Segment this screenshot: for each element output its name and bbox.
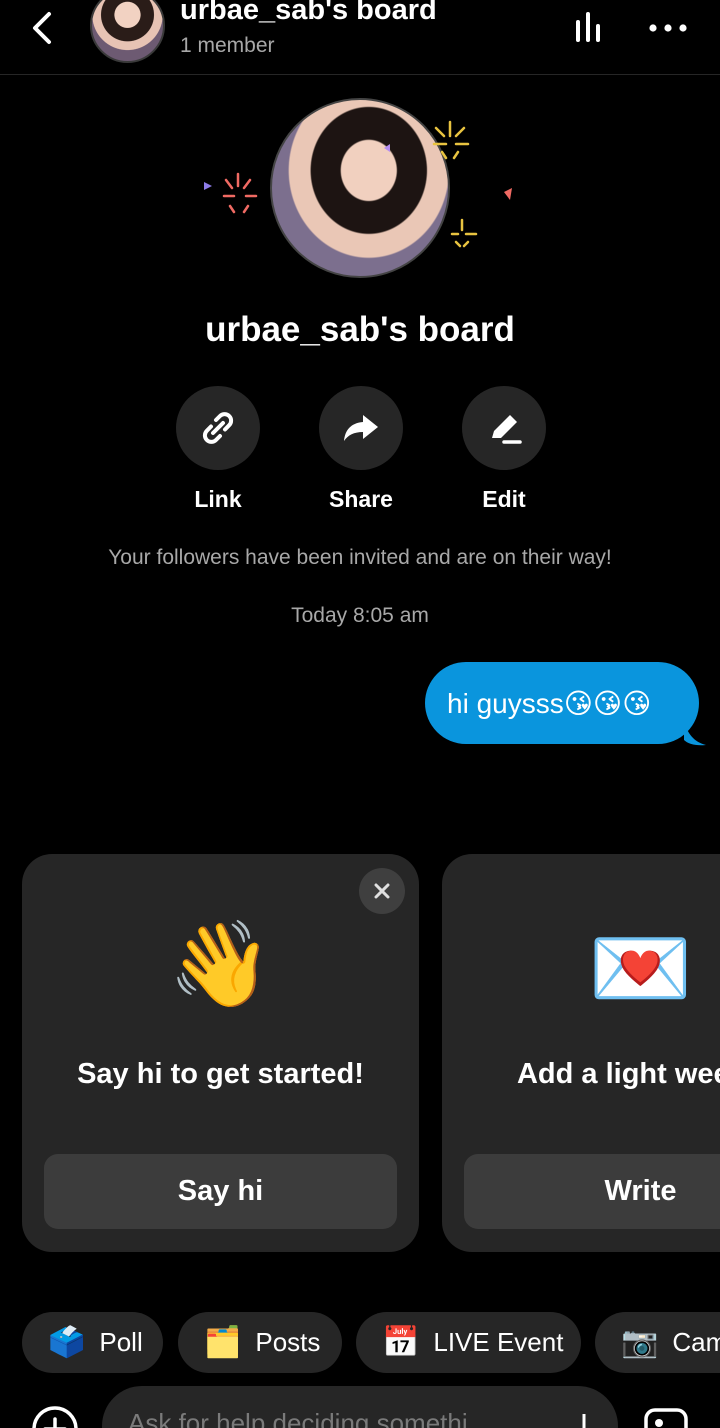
- header-avatar[interactable]: [90, 0, 165, 63]
- bubble-tail: [684, 722, 706, 746]
- member-count: 1 member: [180, 34, 275, 57]
- sparkle-decoration: [204, 120, 512, 248]
- calendar-icon: 📅: [382, 1325, 420, 1359]
- gallery-icon[interactable]: [642, 1406, 690, 1428]
- edit-label: Edit: [482, 486, 526, 512]
- link-button[interactable]: [176, 386, 260, 470]
- message-input-placeholder: Ask for help deciding somethi: [128, 1408, 468, 1428]
- waving-hand-icon: 👋: [168, 917, 273, 1011]
- live-event-chip[interactable]: 📅 LIVE Event: [356, 1312, 581, 1373]
- say-hi-button[interactable]: Say hi: [44, 1154, 397, 1229]
- share-action[interactable]: Share: [319, 386, 403, 512]
- say-hi-card: 👋 Say hi to get started! Say hi: [22, 854, 419, 1252]
- light-note-card-text: Add a light weel note: [516, 1058, 720, 1090]
- say-hi-card-text: Say hi to get started!: [77, 1058, 364, 1090]
- camera-chip-label: Cam: [672, 1327, 720, 1357]
- link-action[interactable]: Link: [176, 386, 260, 512]
- camera-icon: 📷: [621, 1325, 659, 1359]
- write-button[interactable]: Write: [464, 1154, 720, 1229]
- add-icon[interactable]: [30, 1404, 80, 1428]
- posts-icon: 🗂️: [204, 1325, 242, 1359]
- link-label: Link: [194, 486, 242, 512]
- more-icon[interactable]: [644, 8, 692, 48]
- message-input[interactable]: Ask for help deciding somethi: [102, 1386, 618, 1428]
- chat-header: urbae_sab's board 1 member: [0, 0, 720, 75]
- header-title[interactable]: urbae_sab's board: [180, 0, 437, 27]
- posts-chip-label: Posts: [255, 1327, 321, 1357]
- chat-screen: urbae_sab's board 1 member urbae_sab's b…: [0, 0, 720, 1428]
- back-icon[interactable]: [22, 6, 62, 50]
- light-note-card: 💌 Add a light weel note Write: [442, 854, 720, 1252]
- message-text: hi guysss😘😘😘: [447, 687, 652, 719]
- camera-chip[interactable]: 📷 Cam: [595, 1312, 720, 1373]
- pencil-icon: [492, 415, 522, 444]
- mic-icon[interactable]: [576, 1414, 588, 1428]
- board-title: urbae_sab's board: [205, 310, 515, 349]
- sent-message-bubble[interactable]: hi guysss😘😘😘: [425, 662, 699, 744]
- live-event-chip-label: LIVE Event: [433, 1327, 564, 1357]
- share-arrow-icon: [344, 415, 378, 441]
- poll-chip[interactable]: 🗳️ Poll: [22, 1312, 163, 1373]
- close-icon[interactable]: [359, 868, 405, 914]
- posts-chip[interactable]: 🗂️ Posts: [178, 1312, 342, 1373]
- love-letter-icon: 💌: [588, 921, 693, 1015]
- invite-status-text: Your followers have been invited and are…: [108, 546, 612, 569]
- edit-action[interactable]: Edit: [462, 386, 546, 512]
- bars-icon[interactable]: [566, 8, 610, 48]
- edit-button[interactable]: [462, 386, 546, 470]
- ballot-box-icon: 🗳️: [48, 1325, 86, 1359]
- poll-chip-label: Poll: [99, 1327, 143, 1357]
- link-icon: [202, 412, 234, 444]
- message-timestamp: Today 8:05 am: [291, 604, 429, 627]
- share-label: Share: [329, 486, 393, 512]
- share-button[interactable]: [319, 386, 403, 470]
